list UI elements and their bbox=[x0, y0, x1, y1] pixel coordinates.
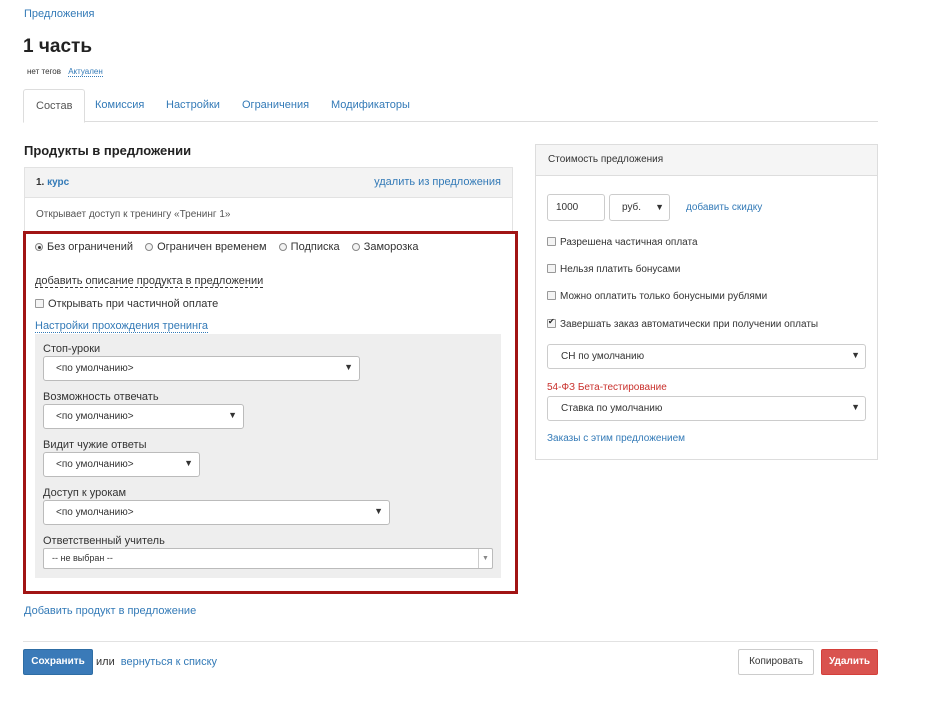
radio-label: Без ограничений bbox=[47, 241, 133, 253]
fz54-label: 54-ФЗ Бета-тестирование bbox=[547, 382, 667, 393]
radio-unlimited[interactable]: Без ограничений bbox=[35, 241, 133, 253]
training-settings-panel: Стоп-уроки <по умолчанию> ▼ Возможность … bbox=[35, 334, 501, 578]
radio-label: Ограничен временем bbox=[157, 241, 267, 253]
add-discount-link[interactable]: добавить скидку bbox=[686, 202, 762, 213]
tab-commission[interactable]: Комиссия bbox=[83, 89, 156, 122]
radio-subscription[interactable]: Подписка bbox=[278, 241, 340, 253]
select-value: СН по умолчанию bbox=[561, 351, 645, 362]
currency-select[interactable]: руб. ▼ bbox=[609, 194, 670, 221]
can-answer-label: Возможность отвечать bbox=[43, 391, 159, 403]
vat-rate-select[interactable]: Ставка по умолчанию ▼ bbox=[547, 396, 866, 421]
remove-product-link[interactable]: удалить из предложения bbox=[374, 176, 501, 188]
select-value: <по умолчанию> bbox=[56, 363, 134, 374]
checkbox-label: Открывать при частичной оплате bbox=[48, 298, 219, 310]
caret-down-icon: ▼ bbox=[851, 350, 860, 360]
product-name-link[interactable]: курс bbox=[47, 177, 69, 188]
caret-down-icon: ▼ bbox=[344, 362, 353, 372]
radio-freeze[interactable]: Заморозка bbox=[351, 241, 419, 253]
checkbox-icon bbox=[547, 237, 556, 246]
checkbox-icon bbox=[547, 264, 556, 273]
save-button[interactable]: Сохранить bbox=[23, 649, 93, 675]
can-answer-select[interactable]: <по умолчанию> ▼ bbox=[43, 404, 244, 429]
add-product-link[interactable]: Добавить продукт в предложение bbox=[24, 605, 196, 617]
product-number: 1. bbox=[36, 177, 45, 188]
orders-with-offer-link[interactable]: Заказы с этим предложением bbox=[547, 433, 685, 444]
highlight-frame: Без ограничений Ограничен временем Подпи… bbox=[23, 231, 518, 594]
caret-down-icon: ▼ bbox=[228, 410, 237, 420]
product-name: 1. курс bbox=[36, 177, 69, 188]
bonus-only-payment-checkbox[interactable]: Можно оплатить только бонусными рублями bbox=[547, 291, 767, 302]
training-settings-link[interactable]: Настройки прохождения тренинга bbox=[35, 320, 209, 333]
access-type-radio-group: Без ограничений Ограничен временем Подпи… bbox=[35, 241, 427, 253]
select-value: <по умолчанию> bbox=[56, 459, 134, 470]
checkbox-checked-icon bbox=[547, 317, 556, 328]
section-title: Продукты в предложении bbox=[24, 143, 192, 158]
price-input[interactable]: 1000 bbox=[547, 194, 605, 221]
radio-icon bbox=[351, 243, 360, 251]
teacher-label: Ответственный учитель bbox=[43, 535, 165, 547]
caret-down-icon: ▼ bbox=[851, 402, 860, 412]
tags-text: нет тегов bbox=[27, 67, 61, 76]
product-header: 1. курс удалить из предложения bbox=[24, 167, 513, 198]
caret-down-icon: ▼ bbox=[184, 458, 193, 468]
add-description-link[interactable]: добавить описание продукта в предложении bbox=[35, 275, 264, 288]
tab-settings[interactable]: Настройки bbox=[154, 89, 232, 122]
price-panel: Стоимость предложения 1000 руб. ▼ добави… bbox=[535, 144, 878, 460]
radio-icon bbox=[145, 243, 154, 251]
checkbox-label: Можно оплатить только бонусными рублями bbox=[560, 291, 768, 302]
partial-payment-allowed-checkbox[interactable]: Разрешена частичная оплата bbox=[547, 237, 698, 248]
lesson-access-select[interactable]: <по умолчанию> ▼ bbox=[43, 500, 390, 525]
checkbox-label: Нельзя платить бонусами bbox=[560, 264, 681, 275]
status-link[interactable]: Актуален bbox=[68, 67, 103, 77]
lesson-access-label: Доступ к урокам bbox=[43, 487, 127, 499]
partial-payment-checkbox[interactable]: Открывать при частичной оплате bbox=[35, 298, 218, 310]
copy-button[interactable]: Копировать bbox=[738, 649, 814, 675]
checkbox-label: Разрешена частичная оплата bbox=[560, 237, 698, 248]
tab-restrictions[interactable]: Ограничения bbox=[230, 89, 321, 122]
stop-lessons-label: Стоп-уроки bbox=[43, 343, 101, 355]
tags-row: нет тегов Актуален bbox=[27, 67, 103, 77]
tab-bar: Состав Комиссия Настройки Ограничения Мо… bbox=[23, 89, 878, 123]
radio-icon bbox=[278, 243, 287, 251]
page-title: 1 часть bbox=[23, 36, 92, 57]
select-value: -- не выбран -- bbox=[52, 553, 113, 563]
caret-down-icon: ▼ bbox=[655, 202, 664, 212]
sees-answers-label: Видит чужие ответы bbox=[43, 439, 147, 451]
select-value: руб. bbox=[622, 202, 642, 213]
breadcrumb-offers-link[interactable]: Предложения bbox=[24, 8, 95, 20]
back-to-list-link[interactable]: вернуться к списку bbox=[121, 656, 217, 668]
caret-down-icon: ▼ bbox=[478, 549, 492, 568]
select-value: <по умолчанию> bbox=[56, 411, 134, 422]
delete-button[interactable]: Удалить bbox=[821, 649, 878, 675]
sees-answers-select[interactable]: <по умолчанию> ▼ bbox=[43, 452, 200, 477]
radio-icon bbox=[35, 243, 43, 251]
price-panel-title: Стоимость предложения bbox=[536, 145, 877, 176]
radio-time-limited[interactable]: Ограничен временем bbox=[145, 241, 267, 253]
or-label: или bbox=[96, 656, 115, 668]
tab-composition[interactable]: Состав bbox=[23, 89, 86, 123]
stop-lessons-select[interactable]: <по умолчанию> ▼ bbox=[43, 356, 360, 381]
checkbox-label: Завершать заказ автоматически при получе… bbox=[560, 319, 819, 330]
teacher-select[interactable]: -- не выбран -- ▼ bbox=[43, 548, 493, 569]
checkbox-icon bbox=[547, 291, 556, 300]
product-description: Открывает доступ к тренингу «Тренинг 1» bbox=[24, 198, 513, 232]
select-value: <по умолчанию> bbox=[56, 507, 134, 518]
footer-divider bbox=[23, 641, 878, 642]
caret-down-icon: ▼ bbox=[374, 506, 383, 516]
checkbox-icon bbox=[35, 299, 44, 308]
no-bonus-payment-checkbox[interactable]: Нельзя платить бонусами bbox=[547, 264, 680, 275]
radio-label: Заморозка bbox=[363, 241, 419, 253]
radio-label: Подписка bbox=[290, 241, 340, 253]
select-value: Ставка по умолчанию bbox=[561, 403, 663, 414]
footer-or-text: или вернуться к списку bbox=[96, 656, 217, 668]
auto-complete-order-checkbox[interactable]: Завершать заказ автоматически при получе… bbox=[547, 317, 819, 330]
tax-system-select[interactable]: СН по умолчанию ▼ bbox=[547, 344, 866, 369]
tab-modifiers[interactable]: Модификаторы bbox=[319, 89, 422, 122]
